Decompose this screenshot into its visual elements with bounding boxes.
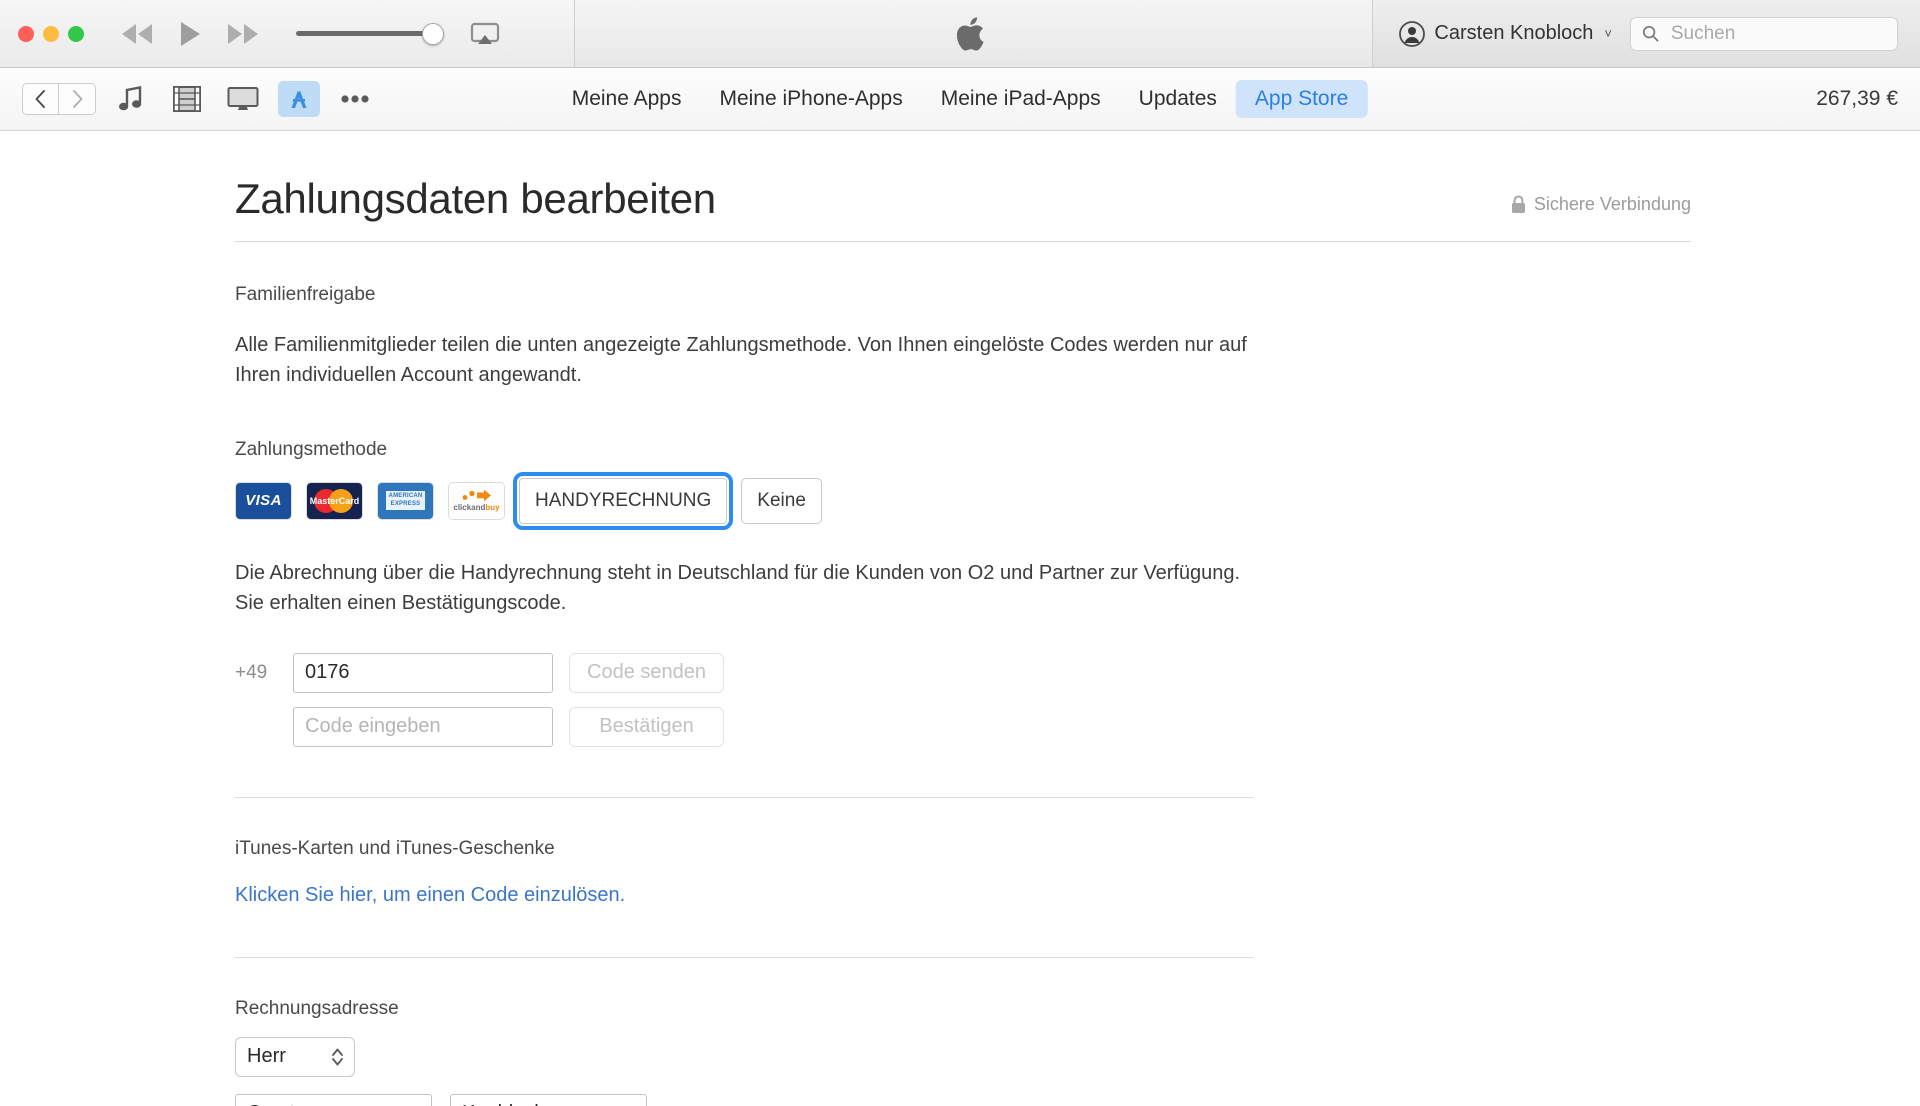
- search-icon: [1642, 25, 1659, 42]
- chevron-down-icon[interactable]: ˅: [1604, 26, 1612, 41]
- mastercard-logo: MasterCard: [307, 482, 362, 519]
- page-title: Zahlungsdaten bearbeiten: [235, 175, 716, 222]
- music-note-icon[interactable]: [110, 81, 152, 117]
- tv-icon[interactable]: [222, 81, 264, 117]
- amex-line-2: EXPRESS: [390, 500, 421, 507]
- last-name-input[interactable]: [450, 1093, 647, 1106]
- tab-meine-apps[interactable]: Meine Apps: [553, 80, 701, 118]
- itunes-cards-label: iTunes-Karten und iTunes-Geschenke: [235, 837, 555, 859]
- itunes-cards-section: iTunes-Karten und iTunes-Geschenke Klick…: [235, 838, 1920, 907]
- stepper-arrows-icon[interactable]: [331, 1046, 344, 1068]
- divider-1: [235, 796, 1253, 798]
- title-bar: Carsten Knobloch ˅: [0, 0, 1920, 68]
- back-button[interactable]: [22, 83, 59, 115]
- tab-meine-ipad-apps[interactable]: Meine iPad-Apps: [922, 80, 1120, 118]
- transport-controls: [118, 20, 262, 48]
- zoom-button[interactable]: [68, 25, 84, 42]
- apple-logo: [957, 16, 984, 51]
- fast-forward-icon[interactable]: [224, 22, 262, 46]
- amex-logo: AMERICAN EXPRESS: [378, 482, 433, 519]
- lock-icon: [1511, 195, 1525, 213]
- country-code-label: +49: [235, 661, 268, 683]
- tab-meine-iphone-apps[interactable]: Meine iPhone-Apps: [700, 80, 921, 118]
- playback-controls-area: [0, 0, 575, 67]
- first-name-input[interactable]: [235, 1093, 432, 1106]
- history-navigation: [22, 83, 96, 115]
- nav-left-group: [22, 81, 376, 117]
- payment-option-visa[interactable]: VISA: [235, 481, 292, 520]
- page-header: Zahlungsdaten bearbeiten Sichere Verbind…: [235, 131, 1691, 242]
- send-code-button[interactable]: Code senden: [569, 652, 724, 693]
- redeem-code-link[interactable]: Klicken Sie hier, um einen Code einzulös…: [235, 884, 625, 907]
- code-entry-row: Bestätigen: [293, 706, 1920, 747]
- account-name: Carsten Knobloch: [1434, 22, 1594, 44]
- payment-option-mastercard[interactable]: MasterCard: [306, 481, 363, 520]
- secure-connection-label: Sichere Verbindung: [1533, 194, 1691, 214]
- tab-bar: Meine Apps Meine iPhone-Apps Meine iPad-…: [553, 80, 1368, 118]
- secure-connection-badge: Sichere Verbindung: [1511, 194, 1691, 223]
- phone-number-row: +49 Code senden: [235, 652, 1920, 693]
- phone-number-input[interactable]: [293, 652, 553, 693]
- visa-logo: VISA: [236, 482, 291, 519]
- clickandbuy-arrow-icon: [462, 489, 492, 502]
- play-icon[interactable]: [178, 20, 202, 48]
- airplay-icon[interactable]: [470, 22, 500, 46]
- handyrechnung-description-row: Die Abrechnung über die Handyrechnung st…: [235, 558, 1920, 619]
- code-input[interactable]: [293, 706, 553, 747]
- film-icon[interactable]: [166, 81, 208, 117]
- billing-address-label: Rechnungsadresse: [235, 997, 399, 1019]
- account-balance: 267,39 €: [1816, 87, 1898, 110]
- main-content: Zahlungsdaten bearbeiten Sichere Verbind…: [0, 131, 1920, 1106]
- amex-logo-box: AMERICAN EXPRESS: [385, 491, 426, 511]
- payment-option-handyrechnung[interactable]: HANDYRECHNUNG: [512, 471, 734, 530]
- name-fields-row: [235, 1093, 1920, 1106]
- payment-option-keine[interactable]: Keine: [741, 477, 822, 524]
- divider-2: [235, 956, 1253, 958]
- account-and-search-area: Carsten Knobloch ˅: [1372, 0, 1920, 67]
- phone-verification-section: +49 Code senden Bestätigen: [235, 652, 1920, 747]
- clickandbuy-text-orange: buy: [485, 503, 500, 513]
- billing-address-section: Rechnungsadresse Herr: [235, 998, 1920, 1106]
- volume-knob[interactable]: [422, 22, 444, 45]
- confirm-code-button[interactable]: Bestätigen: [569, 706, 724, 747]
- amex-line-1: AMERICAN: [388, 493, 423, 500]
- clickandbuy-logo: clickandbuy: [449, 482, 504, 519]
- salutation-select-wrapper: Herr: [235, 1036, 355, 1077]
- mastercard-logo-text: MasterCard: [309, 495, 360, 506]
- visa-logo-text: VISA: [245, 492, 282, 510]
- navigation-bar: Meine Apps Meine iPhone-Apps Meine iPad-…: [0, 68, 1920, 131]
- apple-logo-area: [575, 0, 1373, 67]
- minimize-button[interactable]: [43, 25, 59, 42]
- payment-method-label: Zahlungsmethode: [235, 438, 388, 460]
- avatar-icon: [1399, 20, 1426, 47]
- handyrechnung-description: Die Abrechnung über die Handyrechnung st…: [235, 561, 1241, 615]
- payment-method-section: Zahlungsmethode VISA MasterCard AMERICAN: [235, 438, 1920, 530]
- search-input[interactable]: [1668, 21, 1886, 46]
- salutation-value: Herr: [247, 1045, 286, 1068]
- clickandbuy-text-dark: clickand: [453, 503, 486, 513]
- more-icon[interactable]: [334, 81, 376, 117]
- account-menu[interactable]: Carsten Knobloch ˅: [1399, 20, 1612, 47]
- family-sharing-section: Familienfreigabe Alle Familienmitglieder…: [235, 284, 1920, 391]
- payment-method-options: VISA MasterCard AMERICAN EXPRESS clickan…: [235, 471, 1920, 530]
- tab-updates[interactable]: Updates: [1120, 80, 1236, 118]
- payment-option-amex[interactable]: AMERICAN EXPRESS: [377, 481, 434, 520]
- rewind-icon[interactable]: [118, 22, 156, 46]
- volume-slider[interactable]: [296, 22, 444, 45]
- payment-option-clickandbuy[interactable]: clickandbuy: [448, 481, 505, 520]
- forward-button[interactable]: [59, 83, 96, 115]
- search-field[interactable]: [1630, 16, 1898, 51]
- tab-app-store[interactable]: App Store: [1235, 80, 1368, 118]
- family-sharing-text: Alle Familienmitglieder teilen die unten…: [235, 334, 1247, 387]
- close-button[interactable]: [18, 25, 34, 42]
- family-sharing-label: Familienfreigabe: [235, 284, 376, 305]
- clickandbuy-logo-text: clickandbuy: [453, 503, 499, 512]
- window-controls: [18, 25, 84, 42]
- app-store-icon[interactable]: [278, 81, 320, 117]
